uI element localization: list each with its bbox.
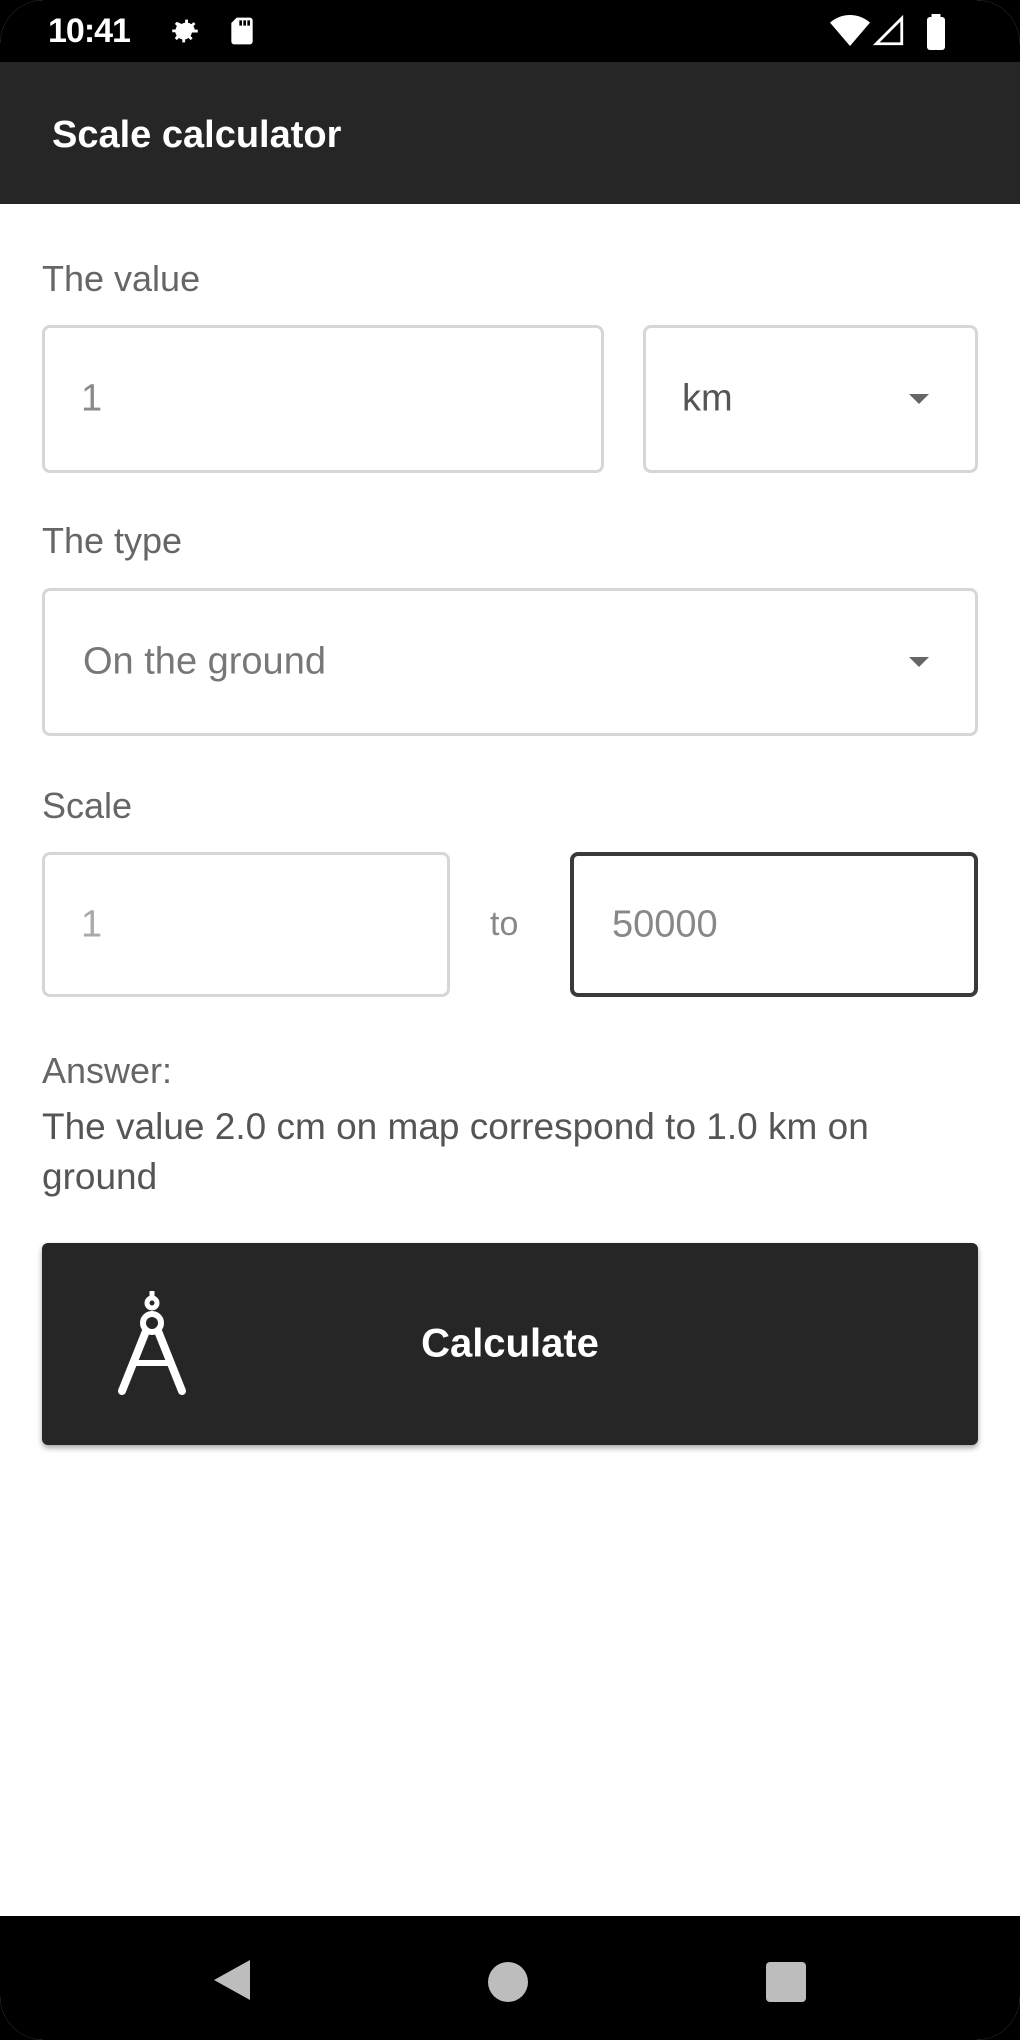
answer-text: The value 2.0 cm on map correspond to 1.… [42,1106,869,1197]
navigation-bar [0,1916,1020,2040]
answer-label: Answer: [42,1050,173,1091]
settings-icon [168,14,202,53]
chevron-down-icon [909,394,929,404]
type-label: The type [42,520,183,561]
battery-icon [924,14,948,55]
calculate-button-label: Calculate [421,1321,599,1366]
type-selected: On the ground [83,640,326,683]
status-time: 10:41 [48,12,131,50]
scale-separator: to [490,905,519,943]
wifi-icon [830,14,870,53]
chevron-down-icon [909,657,929,667]
value-input-text: 1 [81,377,103,420]
value-input[interactable]: 1 [42,325,604,473]
screen: 10:41 Scale calculator The value 1 km Th… [0,0,1020,2040]
sd-card-icon [226,14,258,53]
scale-right-text: 50000 [612,903,718,945]
scale-label: Scale [42,785,133,826]
signal-icon [872,14,906,53]
scale-left-text: 1 [81,903,103,945]
app-bar: Scale calculator [0,62,1020,204]
calculate-button[interactable]: Calculate [42,1243,978,1445]
back-icon[interactable] [210,1956,254,2009]
home-icon[interactable] [486,1960,530,2009]
unit-dropdown[interactable]: km [643,325,978,473]
unit-selected: km [682,377,733,420]
type-dropdown[interactable]: On the ground [42,588,978,736]
scale-left-input[interactable]: 1 [42,852,450,997]
status-bar: 10:41 [0,0,1020,62]
scale-right-input[interactable]: 50000 [570,852,978,997]
app-title: Scale calculator [52,114,342,156]
recents-icon[interactable] [764,1960,808,2009]
value-label: The value [42,258,201,299]
